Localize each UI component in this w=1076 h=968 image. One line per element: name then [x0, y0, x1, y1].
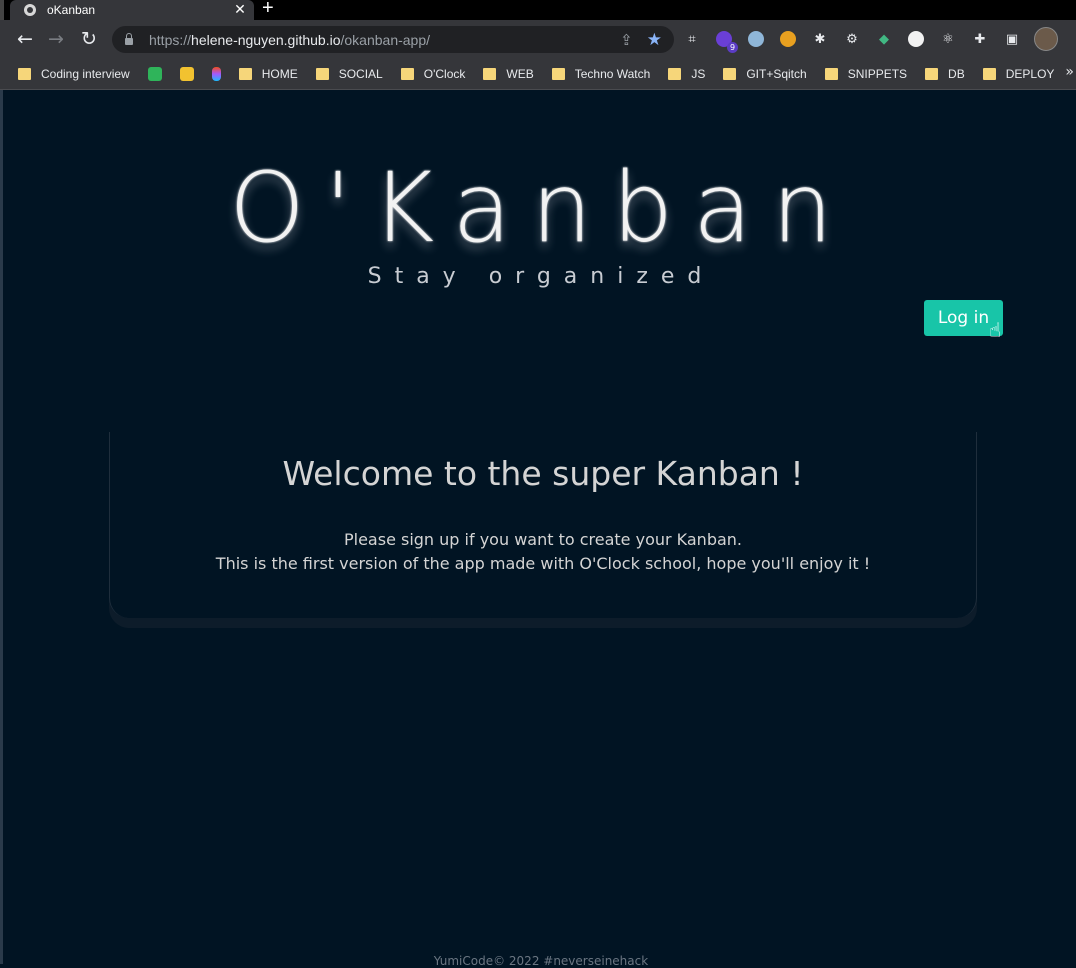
forward-button[interactable]: →: [42, 20, 70, 58]
bookmark-label: SOCIAL: [338, 66, 383, 81]
screenshot-extension-icon[interactable]: ⌗: [682, 29, 702, 49]
more-bookmarks-icon[interactable]: »: [1065, 64, 1074, 80]
browser-toolbar: ← → ↻ https://helene-nguyen.github.io/ok…: [0, 20, 1076, 58]
folder-icon: [483, 67, 497, 80]
bookmark-techno-watch[interactable]: Techno Watch: [551, 66, 651, 81]
url-path: /okanban-app/: [340, 31, 431, 48]
folder-icon: [551, 67, 565, 80]
address-bar[interactable]: https://helene-nguyen.github.io/okanban-…: [112, 26, 674, 53]
page-content: O'Kanban Stay organized Log in ☝ Welcome…: [0, 90, 1076, 968]
welcome-text: Please sign up if you want to create you…: [110, 528, 976, 576]
extension-icon-orange[interactable]: [778, 29, 798, 49]
extension-badge: 9: [727, 42, 738, 53]
bookmarks-bar: Coding interview HOME SOCIAL O'Clock WEB…: [0, 58, 1076, 90]
bookmark-coding-interview[interactable]: Coding interview: [18, 67, 130, 81]
lock-icon: [125, 33, 133, 45]
side-panel-icon[interactable]: ▣: [1002, 29, 1022, 49]
folder-icon: [824, 67, 838, 80]
bookmark-snippets[interactable]: SNIPPETS: [824, 66, 908, 81]
bookmark-js[interactable]: JS: [668, 67, 705, 81]
bookmark-label: GIT+Sqitch: [746, 66, 807, 81]
bookmark-db[interactable]: DB: [925, 67, 965, 81]
folder-icon: [668, 67, 682, 80]
welcome-line-2: This is the first version of the app mad…: [215, 554, 871, 573]
bookmark-home[interactable]: HOME: [238, 66, 298, 81]
bookmark-label: DEPLOY: [1005, 66, 1055, 81]
bookmark-git-sqitch[interactable]: GIT+Sqitch: [723, 66, 807, 81]
folder-icon: [238, 67, 252, 80]
puzzle-extensions-icon[interactable]: ✚: [970, 29, 990, 49]
welcome-card: Welcome to the super Kanban ! Please sig…: [109, 432, 977, 618]
footer-text: YumiCode© 2022 #neverseinehack: [433, 954, 649, 968]
react-extension-icon[interactable]: ⚛: [938, 29, 958, 49]
tab-title: oKanban: [47, 3, 96, 17]
folder-icon: [723, 67, 737, 80]
folder-icon: [315, 67, 329, 80]
globe-icon: [24, 4, 36, 16]
bookmark-social[interactable]: SOCIAL: [315, 66, 383, 81]
extensions-row: ⌗ 9 ✱ ⚙ ◆ ⚛ ✚ ▣: [682, 20, 1058, 58]
welcome-line-1: Please sign up if you want to create you…: [343, 530, 743, 549]
folder-icon: [400, 67, 414, 80]
welcome-title: Welcome to the super Kanban !: [282, 454, 804, 493]
window-edge: [0, 0, 4, 20]
folder-icon: [982, 67, 996, 80]
asterisk-extension-icon[interactable]: ✱: [810, 29, 830, 49]
bookmark-label: SNIPPETS: [847, 66, 908, 81]
bookmark-label: O'Clock: [423, 66, 466, 81]
bookmark-oclock[interactable]: O'Clock: [400, 66, 466, 81]
vue-extension-icon[interactable]: ◆: [874, 29, 894, 49]
bookmark-deploy[interactable]: DEPLOY: [982, 66, 1055, 81]
bookmark-label: Techno Watch: [574, 66, 651, 81]
browser-tab[interactable]: oKanban ✕: [10, 0, 254, 20]
tagline: Stay organized: [367, 264, 715, 289]
folder-icon: [925, 67, 939, 80]
tab-strip: oKanban ✕ +: [0, 0, 1076, 20]
bookmark-web[interactable]: WEB: [483, 66, 534, 81]
extension-icon-white[interactable]: [906, 29, 926, 49]
miro-icon[interactable]: [179, 66, 194, 81]
gear-extension-icon[interactable]: ⚙: [842, 29, 862, 49]
extension-icon-blue[interactable]: [746, 29, 766, 49]
bookmark-star-icon[interactable]: ★: [647, 30, 662, 50]
url-text[interactable]: https://helene-nguyen.github.io/okanban-…: [149, 32, 620, 48]
bookmark-label: WEB: [506, 66, 534, 81]
feedly-icon[interactable]: [147, 66, 162, 81]
extension-icon-badged[interactable]: 9: [714, 29, 738, 53]
url-host: helene-nguyen.github.io: [191, 31, 341, 48]
back-button[interactable]: ←: [11, 20, 39, 58]
bookmark-label: JS: [691, 66, 706, 81]
bookmark-label: HOME: [261, 66, 298, 81]
share-icon[interactable]: ⇪: [620, 31, 633, 49]
folder-icon: [18, 67, 31, 80]
profile-avatar[interactable]: [1034, 27, 1058, 51]
hand-cursor-icon: ☝: [989, 318, 1002, 342]
url-scheme: https://: [149, 31, 192, 48]
figma-icon[interactable]: [211, 66, 221, 81]
new-tab-button[interactable]: +: [262, 0, 274, 20]
close-tab-icon[interactable]: ✕: [230, 2, 250, 18]
bookmark-label: Coding interview: [41, 66, 130, 81]
app-logo: O'Kanban: [229, 152, 853, 264]
reload-button[interactable]: ↻: [75, 20, 103, 58]
bookmark-label: DB: [948, 66, 965, 81]
